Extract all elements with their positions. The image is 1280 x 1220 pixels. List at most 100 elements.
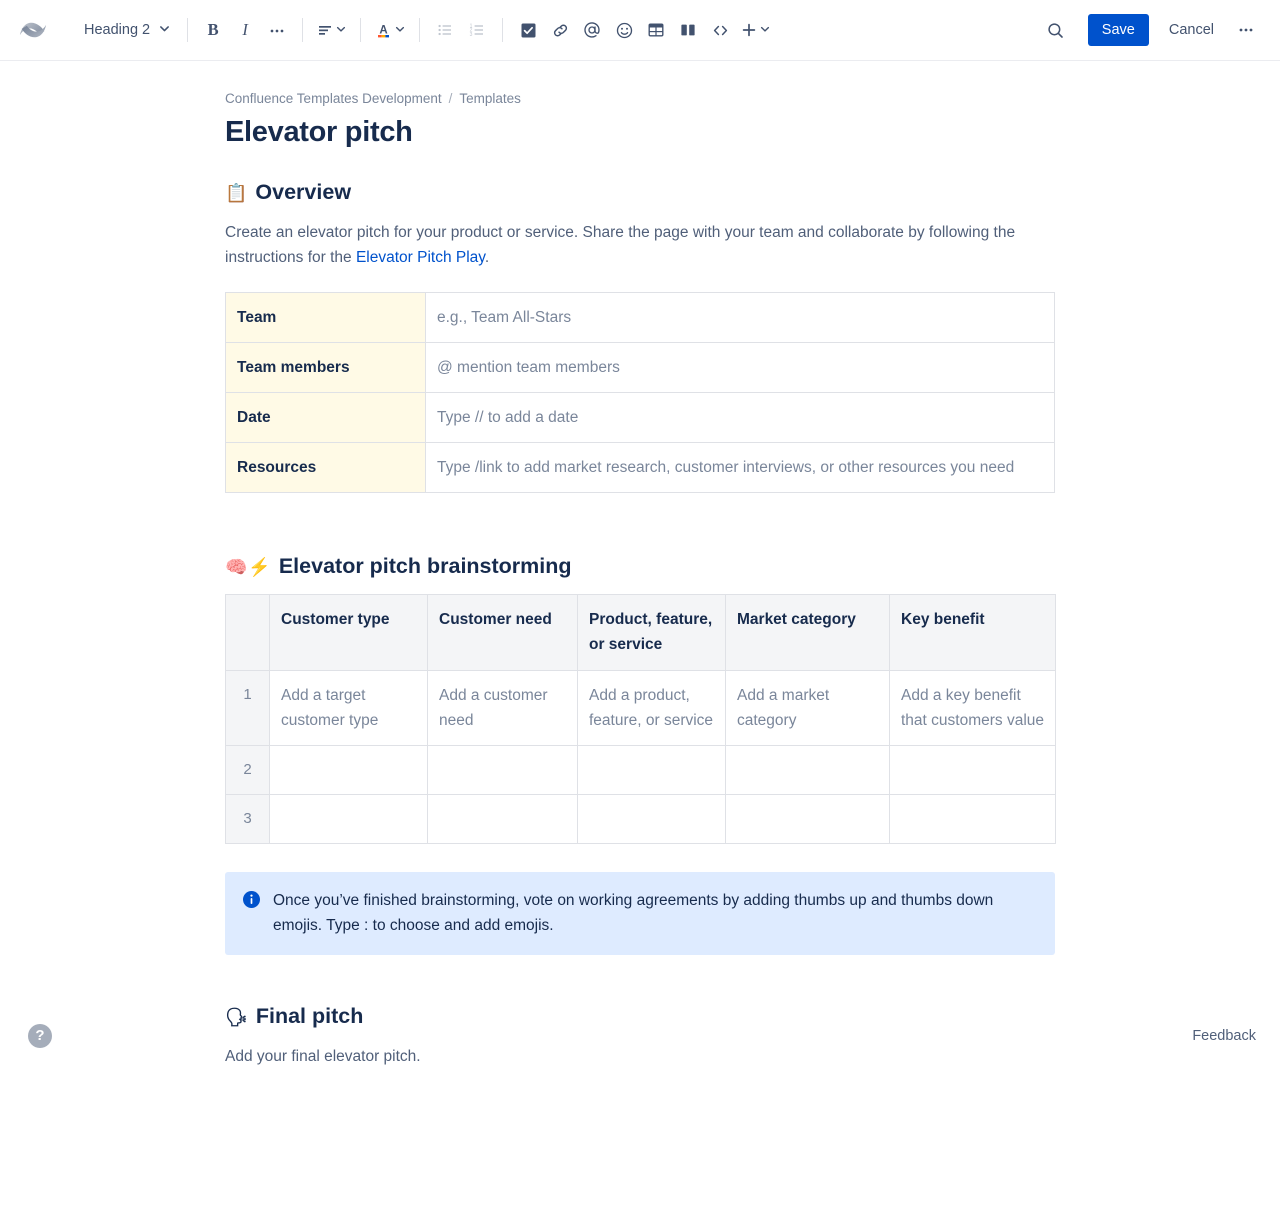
breadcrumb: Confluence Templates Development / Templ… [225, 91, 1055, 106]
toolbar-divider [360, 18, 361, 42]
text-style-dropdown[interactable]: Heading 2 [76, 14, 178, 46]
cell-market-category[interactable] [726, 795, 890, 844]
cell-market-category[interactable] [726, 745, 890, 794]
cell-key-benefit[interactable] [890, 745, 1056, 794]
row-number-header [226, 595, 270, 670]
help-icon[interactable]: ? [28, 1024, 52, 1048]
chevron-down-icon [760, 21, 770, 39]
cell-customer-type[interactable] [270, 745, 428, 794]
column-header-product-feature-service[interactable]: Product, feature, or service [578, 595, 726, 670]
page-content: Confluence Templates Development / Templ… [225, 91, 1055, 1069]
row-number: 2 [226, 745, 270, 794]
text-style-label: Heading 2 [84, 22, 150, 38]
column-header-customer-need[interactable]: Customer need [428, 595, 578, 670]
more-formatting-icon[interactable] [261, 14, 293, 46]
table-row[interactable]: 1 Add a target customer type Add a custo… [226, 670, 1056, 745]
text-color-icon[interactable]: A [370, 14, 410, 46]
insert-more-icon[interactable] [736, 14, 775, 46]
overflow-menu-icon[interactable] [1230, 14, 1262, 46]
toolbar-divider [302, 18, 303, 42]
bullet-list-icon[interactable] [429, 14, 461, 46]
editor-page: Confluence Templates Development / Templ… [0, 61, 1280, 1069]
cell-product-feature-service[interactable]: Add a product, feature, or service [578, 670, 726, 745]
bold-icon[interactable]: B [197, 14, 229, 46]
overview-text-after-link: . [485, 249, 489, 266]
section-heading-final-pitch: 🗣 Final pitch [225, 1003, 1055, 1031]
link-icon[interactable] [544, 14, 576, 46]
page-title[interactable]: Elevator pitch [225, 115, 1055, 150]
layout-icon[interactable] [672, 14, 704, 46]
confluence-logo[interactable] [16, 13, 50, 47]
cell-market-category[interactable]: Add a market category [726, 670, 890, 745]
section-heading-overview: 📋 Overview [225, 179, 1055, 207]
cell-customer-need[interactable] [428, 745, 578, 794]
cell-key-benefit[interactable]: Add a key benefit that customers value [890, 670, 1056, 745]
numbered-list-icon[interactable]: 1 2 3 [461, 14, 493, 46]
table-row[interactable]: Team members @ mention team members [226, 343, 1055, 393]
cell-product-feature-service[interactable] [578, 745, 726, 794]
breadcrumb-separator: / [449, 91, 453, 106]
cell-customer-type[interactable] [270, 795, 428, 844]
editor-toolbar: Heading 2 B I A [0, 0, 1280, 61]
final-pitch-heading-text: Final pitch [256, 1003, 364, 1031]
info-key-resources[interactable]: Resources [226, 443, 426, 493]
info-key-team-members[interactable]: Team members [226, 343, 426, 393]
column-header-key-benefit[interactable]: Key benefit [890, 595, 1056, 670]
info-value-team[interactable]: e.g., Team All-Stars [426, 292, 1055, 342]
column-header-customer-type[interactable]: Customer type [270, 595, 428, 670]
brain-emoji-icon: 🧠 [225, 558, 247, 576]
feedback-link[interactable]: Feedback [1192, 1028, 1256, 1044]
table-icon[interactable] [640, 14, 672, 46]
info-value-team-members[interactable]: @ mention team members [426, 343, 1055, 393]
emoji-icon[interactable] [608, 14, 640, 46]
chevron-down-icon [159, 22, 170, 38]
row-number: 3 [226, 795, 270, 844]
breadcrumb-parent[interactable]: Templates [459, 91, 521, 106]
chevron-down-icon [336, 21, 346, 39]
table-header-row: Customer type Customer need Product, fea… [226, 595, 1056, 670]
final-pitch-paragraph[interactable]: Add your final elevator pitch. [225, 1044, 1055, 1069]
brainstorming-heading-text: Elevator pitch brainstorming [279, 553, 572, 581]
action-item-icon[interactable] [512, 14, 544, 46]
search-icon[interactable] [1040, 14, 1072, 46]
table-row[interactable]: Resources Type /link to add market resea… [226, 443, 1055, 493]
info-key-team[interactable]: Team [226, 292, 426, 342]
info-key-date[interactable]: Date [226, 393, 426, 443]
info-icon [243, 891, 260, 938]
bolt-emoji-icon: ⚡ [248, 558, 270, 576]
cell-customer-need[interactable] [428, 795, 578, 844]
info-value-date[interactable]: Type // to add a date [426, 393, 1055, 443]
table-row[interactable]: 2 [226, 745, 1056, 794]
project-info-table[interactable]: Team e.g., Team All-Stars Team members @… [225, 292, 1055, 493]
table-row[interactable]: Date Type // to add a date [226, 393, 1055, 443]
table-row[interactable]: Team e.g., Team All-Stars [226, 292, 1055, 342]
chevron-down-icon [395, 21, 405, 39]
cancel-button[interactable]: Cancel [1159, 14, 1224, 46]
elevator-pitch-play-link[interactable]: Elevator Pitch Play [356, 249, 485, 266]
brainstorming-table[interactable]: Customer type Customer need Product, fea… [225, 594, 1056, 844]
overview-heading-text: Overview [255, 179, 351, 207]
cell-customer-need[interactable]: Add a customer need [428, 670, 578, 745]
save-button[interactable]: Save [1088, 14, 1149, 46]
cell-key-benefit[interactable] [890, 795, 1056, 844]
clipboard-emoji-icon: 📋 [225, 184, 247, 202]
breadcrumb-space[interactable]: Confluence Templates Development [225, 91, 442, 106]
cell-product-feature-service[interactable] [578, 795, 726, 844]
svg-text:3: 3 [470, 32, 473, 38]
mention-icon[interactable] [576, 14, 608, 46]
column-header-market-category[interactable]: Market category [726, 595, 890, 670]
info-value-resources[interactable]: Type /link to add market research, custo… [426, 443, 1055, 493]
info-panel-text: Once you’ve finished brainstorming, vote… [273, 888, 1039, 938]
section-heading-brainstorming: 🧠 ⚡ Elevator pitch brainstorming [225, 553, 1055, 581]
code-snippet-icon[interactable] [704, 14, 736, 46]
italic-icon[interactable]: I [229, 14, 261, 46]
toolbar-divider [187, 18, 188, 42]
table-row[interactable]: 3 [226, 795, 1056, 844]
toolbar-divider [502, 18, 503, 42]
cell-customer-type[interactable]: Add a target customer type [270, 670, 428, 745]
overview-paragraph: Create an elevator pitch for your produc… [225, 220, 1055, 270]
row-number: 1 [226, 670, 270, 745]
text-align-icon[interactable] [312, 14, 351, 46]
overview-text-before-link: Create an elevator pitch for your produc… [225, 224, 1015, 266]
info-panel[interactable]: Once you’ve finished brainstorming, vote… [225, 872, 1055, 954]
